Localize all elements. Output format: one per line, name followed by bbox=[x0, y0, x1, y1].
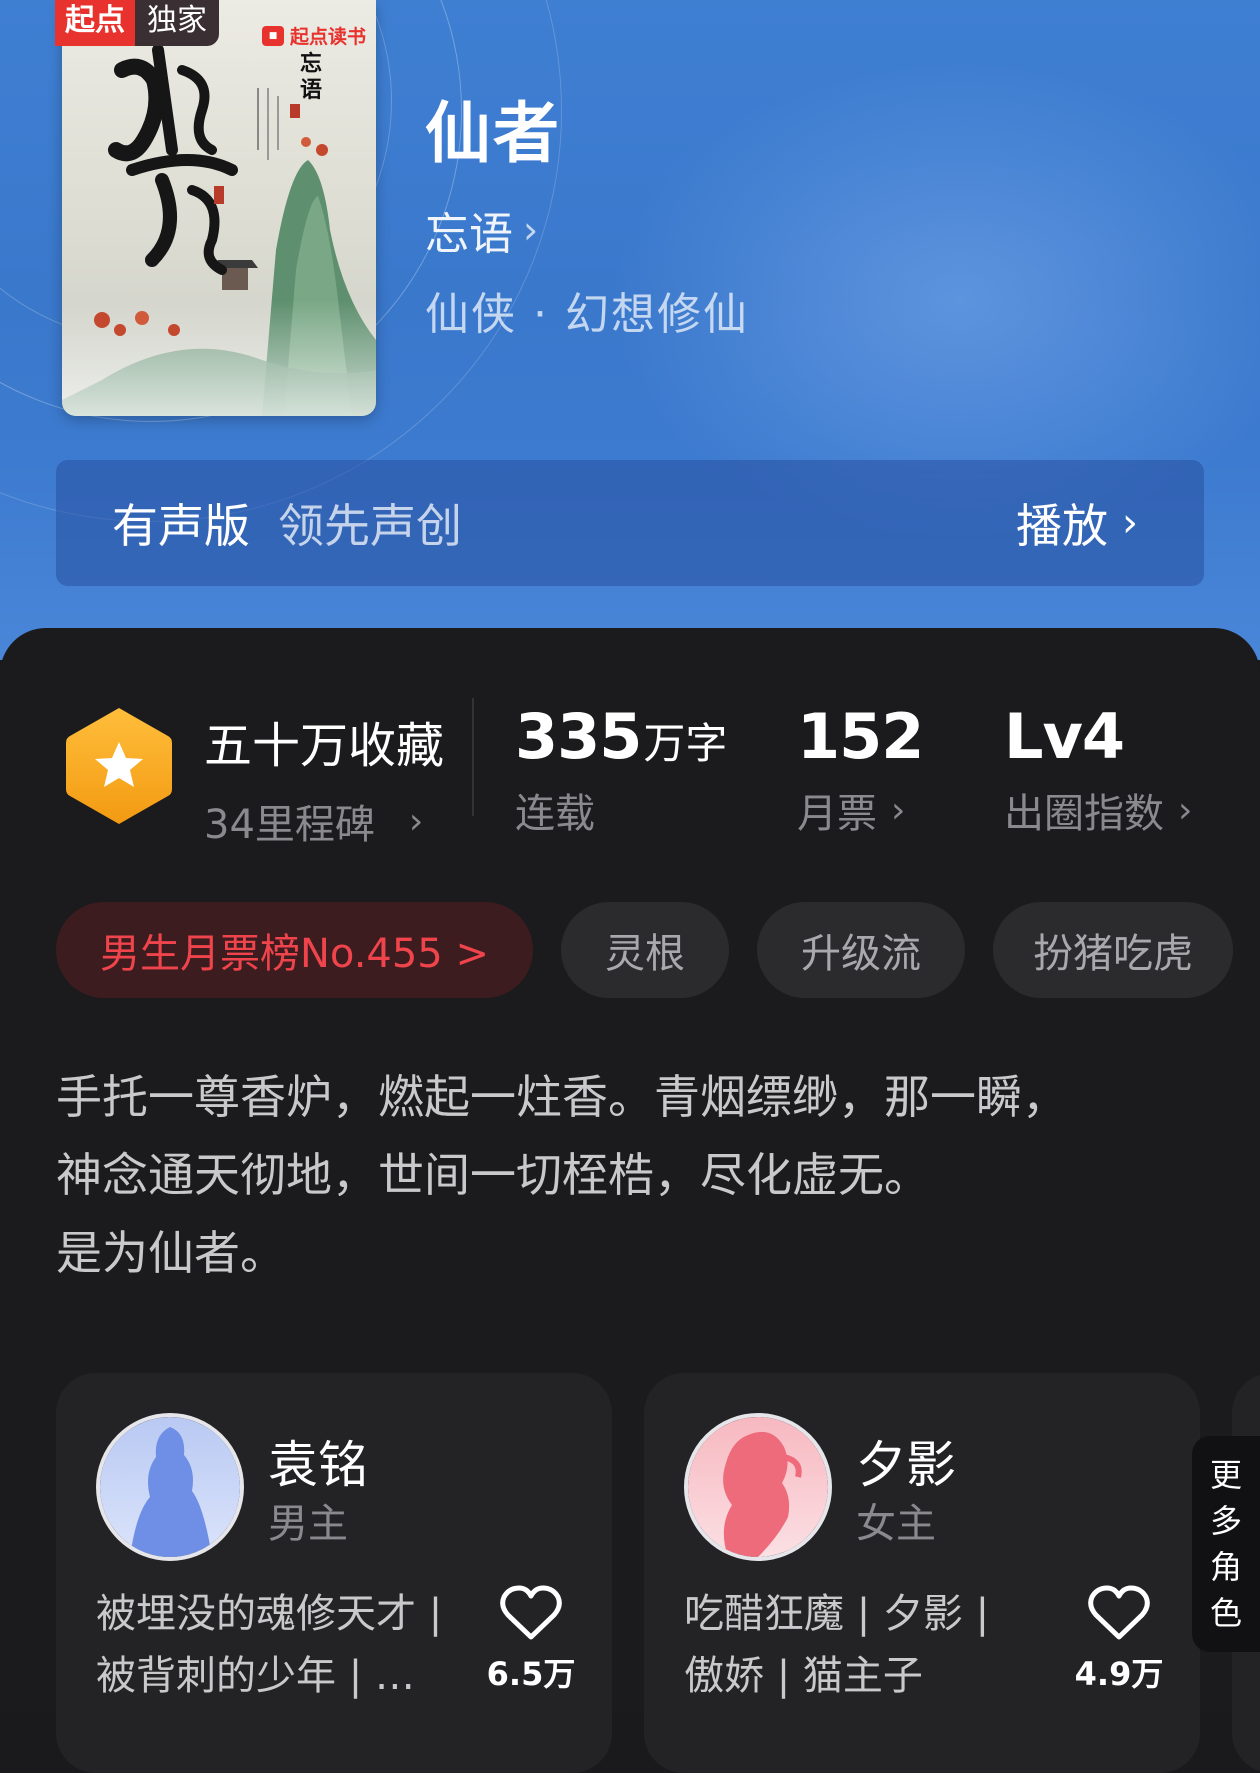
character-role: 女主 bbox=[856, 1501, 936, 1547]
audio-label: 有声版 bbox=[112, 499, 250, 553]
badge-source: 起点 bbox=[55, 0, 135, 46]
character-card[interactable]: 夕影 女主 吃醋狂魔 | 夕影 | 傲娇 | 猫主子 4.9万 bbox=[644, 1373, 1200, 1773]
stat-divider bbox=[472, 698, 474, 816]
book-title: 仙者 bbox=[425, 95, 561, 172]
popularity-index-stat[interactable]: Lv4 出圈指数 › bbox=[1004, 700, 1192, 839]
like-button[interactable]: 4.9万 bbox=[1074, 1585, 1164, 1695]
tag-item[interactable]: 扮猪吃虎 bbox=[992, 902, 1233, 998]
character-tags-line: 被埋没的魂修天才 | bbox=[96, 1591, 443, 1637]
description-line: 是为仙者。 bbox=[56, 1226, 286, 1280]
popularity-label: 出圈指数 bbox=[1004, 791, 1164, 837]
like-count: 4.9万 bbox=[1074, 1655, 1164, 1693]
book-description[interactable]: 手托一尊香炉，燃起一炷香。青烟缥缈，那一瞬， 神念通天彻地，世间一切桎梏，尽化虚… bbox=[56, 1058, 1216, 1292]
collection-stat[interactable]: 五十万收藏 34里程碑 › bbox=[204, 706, 444, 850]
character-avatar bbox=[96, 1413, 244, 1561]
book-cover[interactable]: 忘语 bbox=[62, 0, 376, 416]
monthly-votes-value: 152 bbox=[797, 700, 924, 773]
word-count-unit: 万字 bbox=[643, 719, 728, 768]
publisher-logo-icon: ■ bbox=[262, 25, 284, 46]
word-count-value: 335 bbox=[515, 700, 642, 773]
heart-outline-icon bbox=[500, 1585, 562, 1640]
more-characters-char: 色 bbox=[1209, 1594, 1242, 1632]
author-name: 忘语 bbox=[425, 209, 513, 260]
monthly-votes-stat[interactable]: 152 月票 › bbox=[797, 700, 924, 839]
description-line: 手托一尊香炉，燃起一炷香。青烟缥缈，那一瞬， bbox=[56, 1070, 1068, 1124]
audio-version-bar[interactable]: 有声版 领先声创 播放 › bbox=[56, 460, 1204, 586]
book-detail-panel: 五十万收藏 34里程碑 › 335万字 连载 152 月票 › Lv4 出圈指数 ›… bbox=[0, 628, 1260, 1773]
cover-author-vertical: 忘语 bbox=[300, 52, 323, 103]
character-name: 袁铭 bbox=[268, 1436, 368, 1494]
more-characters-button[interactable]: 更 多 角 色 bbox=[1192, 1436, 1260, 1652]
popularity-level: Lv4 bbox=[1004, 700, 1125, 773]
character-tags-line: 被背刺的少年 | … bbox=[96, 1653, 415, 1699]
badge-exclusive: 独家 bbox=[135, 0, 219, 46]
milestones-label: 34里程碑 bbox=[204, 802, 375, 848]
star-hexagon-icon bbox=[64, 704, 174, 828]
book-genre: 仙侠 · 幻想修仙 bbox=[425, 289, 749, 340]
tag-item[interactable]: 灵根 bbox=[560, 902, 729, 998]
rank-tag[interactable]: 男生月票榜No.455 > bbox=[56, 902, 533, 998]
like-button[interactable]: 6.5万 bbox=[486, 1585, 576, 1695]
heart-outline-icon bbox=[1088, 1585, 1150, 1640]
exclusive-badge: 起点 独家 bbox=[55, 0, 219, 46]
description-line: 神念通天彻地，世间一切桎梏，尽化虚无。 bbox=[56, 1148, 930, 1202]
tag-item[interactable]: 升级流 bbox=[756, 902, 965, 998]
character-tags: 吃醋狂魔 | 夕影 | 傲娇 | 猫主子 bbox=[684, 1583, 1064, 1707]
publisher-logo: ■ 起点读书 bbox=[262, 22, 366, 49]
like-count: 6.5万 bbox=[486, 1655, 576, 1693]
word-count-stat: 335万字 连载 bbox=[515, 700, 727, 839]
character-name: 夕影 bbox=[856, 1436, 956, 1494]
character-tags: 被埋没的魂修天才 | 被背刺的少年 | … bbox=[96, 1583, 476, 1707]
monthly-votes-label: 月票 bbox=[797, 791, 877, 837]
chevron-right-icon: › bbox=[1178, 789, 1193, 831]
more-characters-char: 角 bbox=[1209, 1548, 1242, 1586]
author-link[interactable]: 忘语 › bbox=[425, 198, 538, 262]
more-characters-char: 多 bbox=[1209, 1502, 1242, 1540]
chevron-right-icon: › bbox=[891, 789, 906, 831]
more-characters-char: 更 bbox=[1209, 1456, 1242, 1494]
character-avatar bbox=[684, 1413, 832, 1561]
character-role: 男主 bbox=[268, 1501, 348, 1547]
serial-status: 连载 bbox=[515, 791, 595, 837]
play-button[interactable]: 播放 › bbox=[1016, 490, 1138, 556]
publisher-logo-text: 起点读书 bbox=[290, 26, 367, 48]
audio-subtitle: 领先声创 bbox=[278, 499, 462, 553]
collection-title: 五十万收藏 bbox=[204, 718, 445, 774]
chevron-right-icon: › bbox=[408, 800, 424, 842]
character-card[interactable]: 袁铭 男主 被埋没的魂修天才 | 被背刺的少年 | … 6.5万 bbox=[56, 1373, 612, 1773]
character-tags-line: 傲娇 | 猫主子 bbox=[684, 1653, 923, 1699]
chevron-right-icon: › bbox=[523, 208, 539, 252]
play-label: 播放 bbox=[1016, 499, 1108, 553]
cover-art bbox=[62, 44, 376, 416]
tag-list: 男生月票榜No.455 > 灵根 升级流 扮猪吃虎 bbox=[56, 902, 1233, 998]
book-header: 忘语 起点 独家 ■ 起点读书 仙者 忘语 › 仙侠 · 幻想修仙 有声版 领先… bbox=[0, 0, 1260, 660]
chevron-right-icon: › bbox=[1122, 500, 1138, 546]
character-tags-line: 吃醋狂魔 | 夕影 | bbox=[684, 1591, 990, 1637]
milestones-link[interactable]: 34里程碑 › bbox=[204, 792, 444, 850]
